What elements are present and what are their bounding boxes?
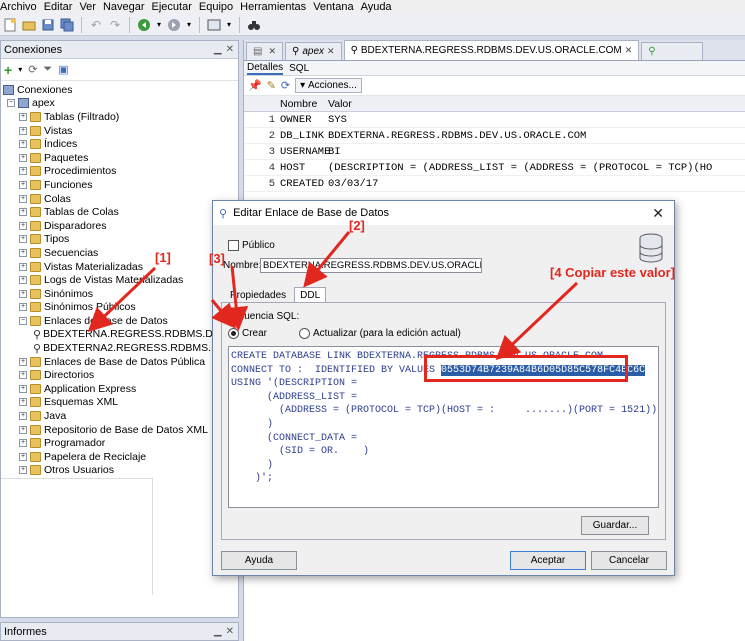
arrow-3b	[210, 299, 236, 329]
arrow-3a	[224, 265, 249, 331]
arrow-1	[87, 266, 157, 333]
arrow-4	[495, 281, 579, 361]
arrow-2	[303, 231, 351, 288]
annotation-arrows	[87, 231, 579, 361]
